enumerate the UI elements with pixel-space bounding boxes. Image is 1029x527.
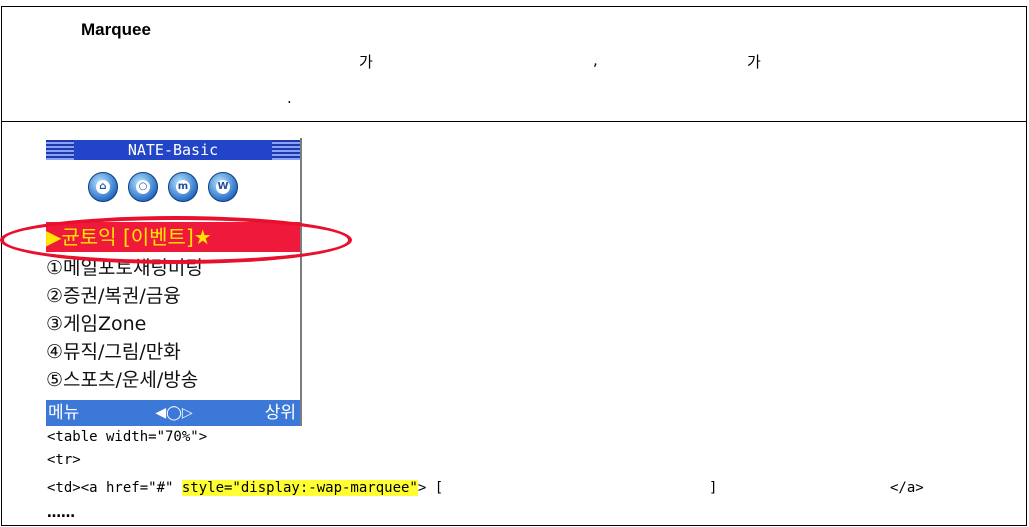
code-bracket-open: > [	[417, 480, 444, 496]
header-cell: Marquee 가 , 가 .	[2, 7, 1026, 122]
menu-item[interactable]: ③게임Zone	[46, 310, 300, 338]
header-dot: .	[287, 89, 292, 107]
code-td-a: <td><a href="#"	[47, 480, 182, 496]
menu-item[interactable]: ④뮤직/그림/만화	[46, 338, 300, 366]
softkey-up[interactable]: 상위	[265, 400, 296, 426]
code-line-3: <td><a href="#" style="display:-wap-marq…	[47, 480, 443, 496]
header-text-1: 가	[359, 53, 373, 71]
highlight-ellipse	[0, 216, 352, 264]
w-icon[interactable]: W	[208, 172, 238, 202]
header-comma: ,	[593, 51, 598, 69]
highlighted-style-attr: style="display:-wap-marquee"	[181, 480, 418, 496]
nav-arrows-icon[interactable]: ◀◯▷	[146, 400, 202, 426]
section-title: Marquee	[81, 20, 151, 39]
menu-item[interactable]: ⑤스포츠/운세/방송	[46, 366, 300, 388]
code-close-a: </a>	[890, 480, 924, 496]
code-bracket-close: ]	[709, 480, 718, 496]
phone-title-text: NATE-Basic	[74, 140, 272, 160]
code-line-1: <table width="70%">	[47, 429, 208, 445]
search-icon[interactable]: ○	[128, 172, 158, 202]
menu-item[interactable]: ②증권/복권/금융	[46, 282, 300, 310]
phone-title-bar: NATE-Basic	[46, 140, 300, 160]
home-icon[interactable]: ⌂	[88, 172, 118, 202]
code-line-2: <tr>	[47, 452, 81, 468]
softkey-bar: 메뉴 ◀◯▷ 상위	[46, 400, 300, 426]
softkey-menu[interactable]: 메뉴	[48, 400, 79, 426]
code-ellipsis: ……	[47, 505, 75, 521]
m-icon[interactable]: m	[168, 172, 198, 202]
header-text-2: 가	[747, 53, 761, 71]
phone-screenshot: NATE-Basic ⌂ ○ m W ▶균토익 [이벤트]★ ①메일포토채팅미팅…	[46, 138, 302, 426]
